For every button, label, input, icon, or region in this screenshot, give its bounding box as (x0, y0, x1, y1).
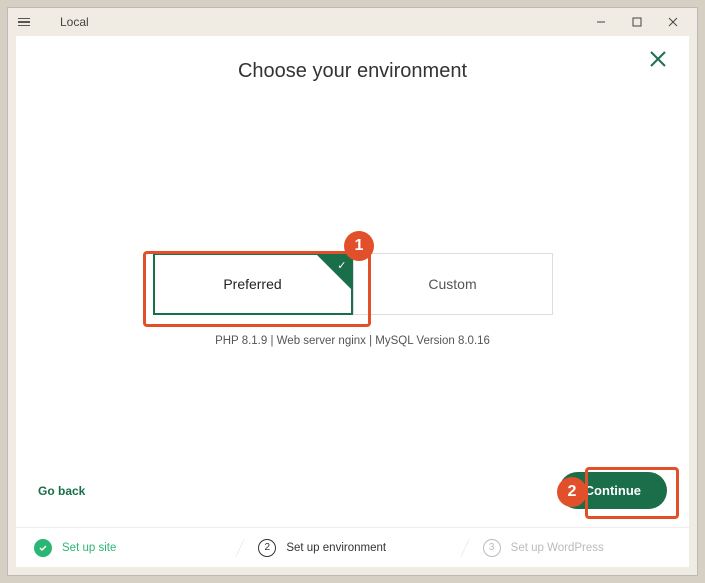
environment-options: Preferred ✓ Custom (16, 253, 689, 315)
step-number: 2 (258, 539, 276, 557)
hamburger-menu-icon[interactable] (18, 13, 36, 31)
step-done-icon (34, 539, 52, 557)
step-setup-environment[interactable]: 2 Set up environment (240, 539, 464, 557)
step-label: Set up environment (286, 542, 386, 554)
content-area: Choose your environment Preferred ✓ Cust… (16, 36, 689, 567)
maximize-button[interactable] (619, 8, 655, 36)
custom-option-card[interactable]: Custom (353, 253, 553, 315)
page-title: Choose your environment (16, 60, 689, 83)
step-label: Set up site (62, 542, 116, 554)
preferred-option-card[interactable]: Preferred ✓ (153, 253, 353, 315)
step-number: 3 (483, 539, 501, 557)
steps-bar: Set up site 2 Set up environment 3 Set u… (16, 527, 689, 567)
window-title: Local (60, 15, 89, 29)
app-window: Local Choose your environment Preferred … (7, 7, 698, 576)
step-setup-wordpress[interactable]: 3 Set up WordPress (465, 539, 689, 557)
option-label: Custom (428, 276, 476, 292)
minimize-button[interactable] (583, 8, 619, 36)
close-window-button[interactable] (655, 8, 691, 36)
step-label: Set up WordPress (511, 542, 604, 554)
step-setup-site[interactable]: Set up site (16, 539, 240, 557)
option-label: Preferred (223, 276, 281, 292)
environment-info: PHP 8.1.9 | Web server nginx | MySQL Ver… (16, 335, 689, 347)
continue-button[interactable]: Continue (559, 472, 667, 509)
go-back-link[interactable]: Go back (38, 484, 85, 498)
titlebar: Local (8, 8, 697, 36)
check-icon: ✓ (337, 259, 346, 272)
close-dialog-icon[interactable] (649, 50, 671, 72)
footer-row: Go back Continue (16, 454, 689, 527)
